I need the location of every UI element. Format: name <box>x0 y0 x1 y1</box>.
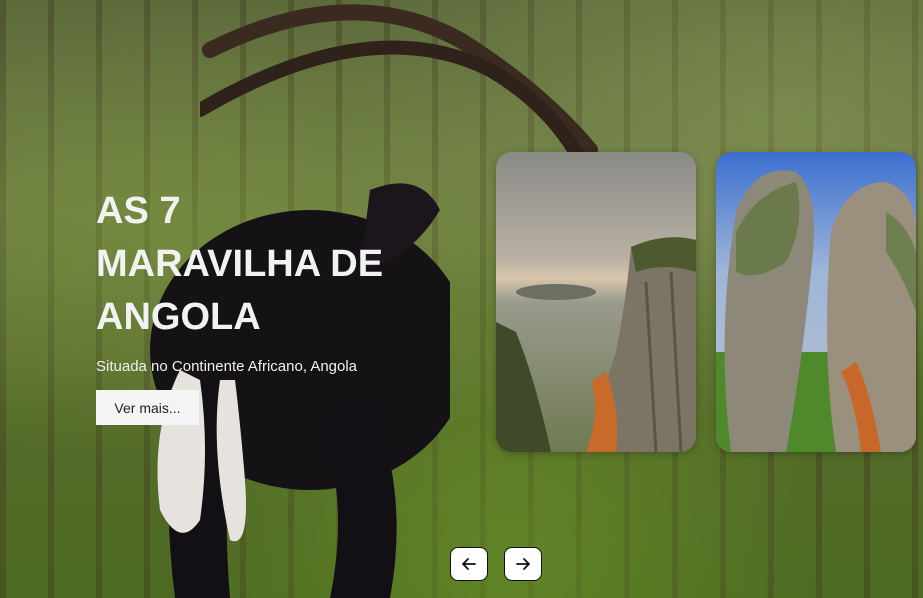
hero-title-line-2: MARAVILHA DE <box>96 243 384 285</box>
next-slide-button[interactable] <box>504 547 542 581</box>
canyon-cliff-image <box>496 152 696 452</box>
hero-subtitle: Situada no Continente Africano, Angola <box>96 358 358 375</box>
previous-slide-button[interactable] <box>450 547 488 581</box>
slide-card-1[interactable] <box>496 152 696 452</box>
hero-title: AS 7 MARAVILHA DE ANGOLA <box>96 185 496 344</box>
hero-content: AS 7 MARAVILHA DE ANGOLA Situada no Cont… <box>96 185 496 425</box>
black-rocks-image <box>716 152 916 452</box>
see-more-button[interactable]: Ver mais... <box>96 390 199 425</box>
hero-title-line-1: AS 7 <box>96 190 181 232</box>
arrow-right-icon <box>516 558 530 570</box>
arrow-left-icon <box>462 558 476 570</box>
slide-card-2[interactable] <box>716 152 916 452</box>
hero-title-line-3: ANGOLA <box>96 296 261 338</box>
